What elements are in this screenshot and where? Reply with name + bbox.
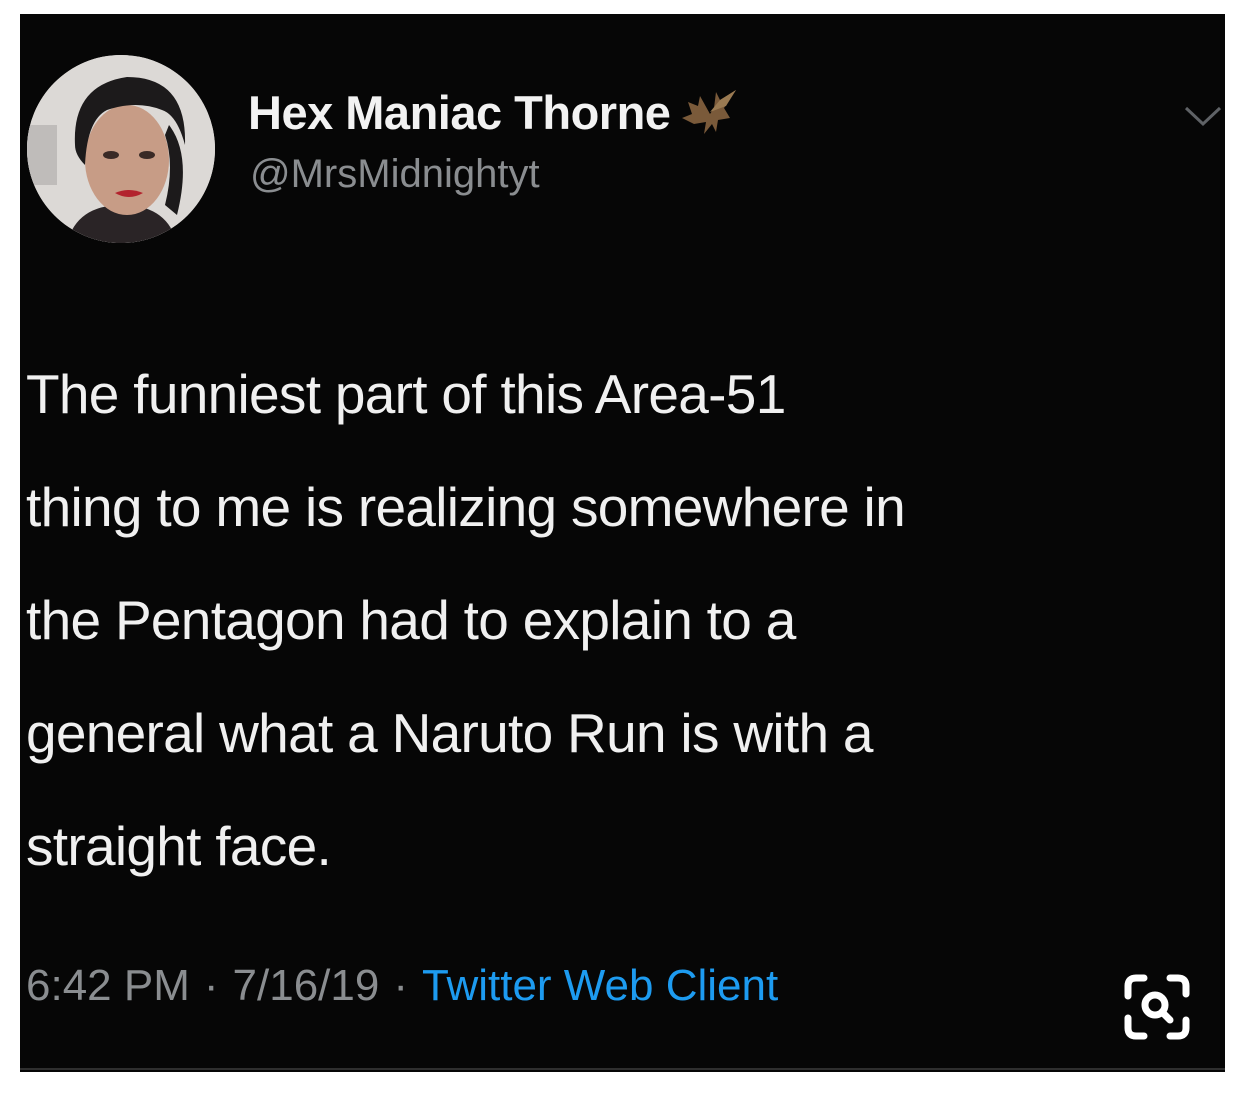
tweet-meta: 6:42 PM · 7/16/19 · Twitter Web Client [26, 956, 778, 1016]
tweet-date[interactable]: 7/16/19 [233, 961, 380, 1011]
tweet-text: The funniest part of this Area-51 thing … [26, 363, 906, 877]
separator: · [203, 961, 219, 1010]
tweet-time[interactable]: 6:42 PM [26, 961, 190, 1011]
separator: · [393, 961, 408, 1010]
tweet-client-link[interactable]: Twitter Web Client [422, 961, 778, 1011]
display-name[interactable]: Hex Maniac Thorne [248, 85, 671, 140]
divider [20, 1068, 1225, 1070]
chevron-down-icon[interactable] [1180, 96, 1226, 136]
bat-icon [680, 84, 740, 140]
author-handle[interactable]: @MrsMidnightyt [250, 152, 540, 197]
avatar[interactable] [27, 55, 215, 243]
visual-search-icon[interactable] [1122, 972, 1192, 1042]
author-name-row[interactable]: Hex Maniac Thorne [248, 84, 740, 140]
